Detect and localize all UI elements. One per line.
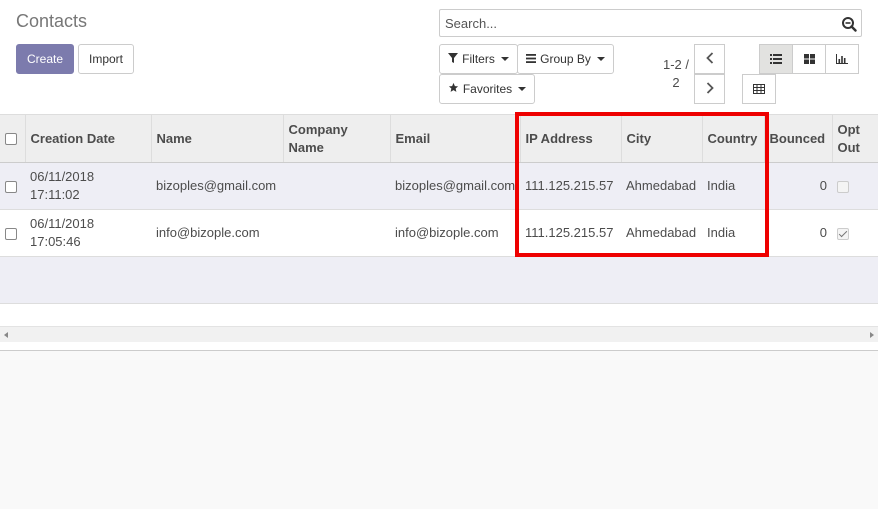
filter-icon bbox=[448, 52, 459, 66]
favorites-dropdown[interactable]: Favorites bbox=[439, 74, 535, 104]
group-by-label: Group By bbox=[540, 52, 591, 66]
pager-previous-button[interactable] bbox=[694, 44, 725, 74]
empty-row bbox=[0, 256, 878, 304]
search-icon[interactable] bbox=[841, 16, 857, 32]
country-cell: India bbox=[702, 209, 764, 257]
bar-chart-icon bbox=[836, 52, 848, 67]
column-header-company-name[interactable]: Company Name bbox=[283, 114, 391, 163]
select-all-checkbox[interactable] bbox=[5, 133, 17, 146]
control-panel: Contacts Create Import Filters Group By … bbox=[0, 0, 878, 114]
opt-out-cell bbox=[832, 209, 878, 257]
kanban-icon bbox=[803, 52, 815, 67]
pager-total: 2 bbox=[672, 75, 680, 90]
column-header-bounced[interactable]: Bounced bbox=[764, 114, 833, 163]
ip-address-cell: 111.125.215.57 bbox=[520, 162, 621, 210]
caret-down-icon bbox=[518, 87, 527, 91]
ip-address-cell: 111.125.215.57 bbox=[520, 209, 621, 257]
select-all-cell bbox=[0, 114, 26, 163]
graph-view-button[interactable] bbox=[825, 44, 859, 74]
scroll-left-icon[interactable] bbox=[4, 332, 8, 338]
name-cell: info@bizople.com bbox=[151, 209, 283, 257]
column-header-opt-out[interactable]: Opt Out bbox=[832, 114, 878, 163]
city-cell: Ahmedabad bbox=[621, 209, 702, 257]
name-cell: bizoples@gmail.com bbox=[151, 162, 283, 210]
contacts-list: Creation Date Name Company Name Email IP… bbox=[0, 114, 878, 351]
scroll-right-icon[interactable] bbox=[870, 332, 874, 338]
column-header-city[interactable]: City bbox=[621, 114, 703, 163]
city-cell: Ahmedabad bbox=[621, 162, 702, 210]
country-cell: India bbox=[702, 162, 764, 210]
pager-next-button[interactable] bbox=[694, 74, 725, 104]
column-header-country[interactable]: Country bbox=[702, 114, 765, 163]
table-icon bbox=[753, 82, 765, 97]
row-checkbox[interactable] bbox=[5, 180, 17, 193]
row-checkbox[interactable] bbox=[5, 227, 17, 240]
kanban-view-button[interactable] bbox=[792, 44, 826, 74]
company-name-cell bbox=[283, 209, 390, 257]
opt-out-checkbox bbox=[837, 180, 849, 193]
company-name-cell bbox=[283, 162, 390, 210]
caret-down-icon bbox=[596, 57, 605, 61]
creation-date-cell: 06/11/2018 17:11:02 bbox=[25, 162, 151, 210]
list-view-button[interactable] bbox=[759, 44, 793, 74]
pager-range: 1-2 / bbox=[662, 57, 689, 72]
create-button[interactable]: Create bbox=[16, 44, 74, 74]
caret-down-icon bbox=[500, 57, 509, 61]
creation-date-cell: 06/11/2018 17:05:46 bbox=[25, 209, 151, 257]
row-select-cell bbox=[0, 162, 25, 210]
table-row[interactable]: 06/11/2018 17:11:02 bizoples@gmail.com bi… bbox=[0, 162, 878, 210]
creation-date: 06/11/2018 bbox=[30, 216, 95, 231]
row-select-cell bbox=[0, 209, 25, 257]
table-row[interactable]: 06/11/2018 17:05:46 info@bizople.com info… bbox=[0, 209, 878, 257]
column-header-ip-address[interactable]: IP Address bbox=[520, 114, 622, 163]
filters-label: Filters bbox=[462, 52, 495, 66]
email-cell: bizoples@gmail.com bbox=[390, 162, 520, 210]
favorites-label: Favorites bbox=[462, 82, 513, 96]
search-input[interactable] bbox=[440, 10, 830, 36]
page-title: Contacts bbox=[16, 11, 88, 31]
column-header-creation-date[interactable]: Creation Date bbox=[25, 114, 152, 163]
chevron-right-icon bbox=[706, 81, 714, 97]
opt-out-checkbox-checked bbox=[837, 227, 849, 240]
column-header-email[interactable]: Email bbox=[390, 114, 521, 163]
creation-date: 06/11/2018 bbox=[30, 169, 95, 184]
opt-out-cell bbox=[832, 162, 878, 210]
email-cell: info@bizople.com bbox=[390, 209, 520, 257]
chevron-left-icon bbox=[705, 51, 714, 67]
creation-time: 17:11:02 bbox=[30, 187, 80, 202]
star-icon bbox=[448, 82, 459, 96]
bars-icon bbox=[526, 52, 537, 66]
list-icon bbox=[770, 52, 782, 67]
pager-value: 1-2 / 2 bbox=[656, 56, 696, 92]
contacts-table: Creation Date Name Company Name Email IP… bbox=[0, 114, 878, 351]
search-box bbox=[439, 9, 862, 37]
table-header: Creation Date Name Company Name Email IP… bbox=[0, 114, 878, 163]
filters-dropdown[interactable]: Filters bbox=[439, 44, 518, 74]
horizontal-scrollbar[interactable] bbox=[0, 326, 878, 342]
import-button[interactable]: Import bbox=[78, 44, 134, 74]
column-header-name[interactable]: Name bbox=[151, 114, 284, 163]
bounced-cell: 0 bbox=[764, 209, 832, 257]
creation-time: 17:05:46 bbox=[30, 234, 81, 249]
bounced-cell: 0 bbox=[764, 162, 832, 210]
pivot-view-button[interactable] bbox=[742, 74, 776, 104]
group-by-dropdown[interactable]: Group By bbox=[517, 44, 614, 74]
